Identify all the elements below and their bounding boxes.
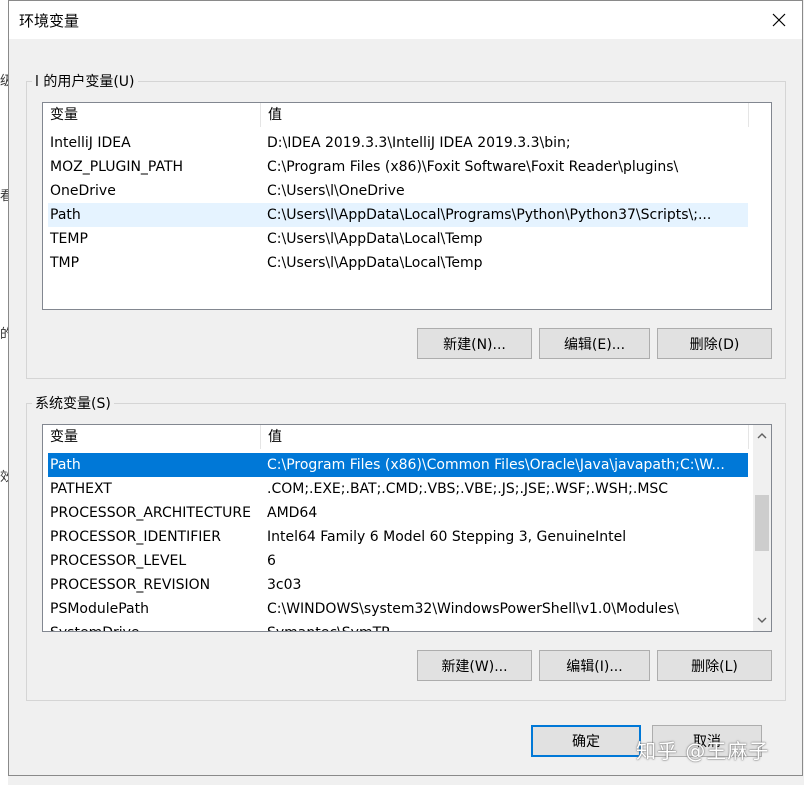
variable-name: TMP (50, 255, 80, 271)
system-edit-button[interactable]: 编辑(I)... (539, 650, 650, 681)
table-row[interactable]: PATHEXT .COM;.EXE;.BAT;.CMD;.VBS;.VBE;.J… (48, 477, 748, 501)
user-variables-list[interactable]: 变量 值 IntelliJ IDEA D:\IDEA 2019.3.3\Inte… (42, 102, 772, 310)
close-icon (772, 13, 786, 27)
scrollbar-thumb[interactable] (755, 495, 769, 551)
user-variables-group: l 的用户变量(U) 变量 值 IntelliJ IDEA D:\IDEA 20… (26, 71, 786, 379)
variable-name: PATHEXT (50, 481, 112, 497)
user-delete-button[interactable]: 删除(D) (657, 328, 772, 359)
column-header-variable[interactable]: 变量 (43, 425, 261, 449)
variable-name: SystemDrive (50, 621, 140, 631)
watermark: 知乎 @王麻子 (636, 739, 770, 763)
table-row[interactable]: PROCESSOR_REVISION 3c03 (48, 573, 748, 597)
variable-value: C:\Users\l\AppData\Local\Temp (267, 231, 483, 247)
table-row-hovered[interactable]: Path C:\Users\l\AppData\Local\Programs\P… (48, 203, 748, 227)
background-window-right-edge (804, 0, 810, 785)
variable-value: .COM;.EXE;.BAT;.CMD;.VBS;.VBE;.JS;.JSE;.… (267, 481, 669, 497)
variable-name: PSModulePath (50, 601, 149, 617)
scroll-up-button[interactable] (753, 427, 771, 445)
table-row[interactable]: TEMP C:\Users\l\AppData\Local\Temp (48, 227, 748, 251)
variable-value: AMD64 (267, 505, 318, 521)
variable-name: Path (50, 457, 81, 473)
system-variables-group: 系统变量(S) 变量 值 Path C:\Program Files (x86)… (26, 393, 786, 701)
system-variables-label: 系统变量(S) (32, 393, 114, 413)
table-row-selected[interactable]: Path C:\Program Files (x86)\Common Files… (48, 453, 748, 477)
variable-value: 6 (267, 553, 276, 569)
close-button[interactable] (756, 1, 802, 39)
table-row[interactable]: PROCESSOR_IDENTIFIER Intel64 Family 6 Mo… (48, 525, 748, 549)
table-row[interactable]: PSModulePath C:\WINDOWS\system32\Windows… (48, 597, 748, 621)
scroll-down-button[interactable] (753, 611, 771, 629)
variable-value: C:\Users\l\OneDrive (267, 183, 405, 199)
user-variables-label: l 的用户变量(U) (32, 71, 138, 91)
variable-value: Intel64 Family 6 Model 60 Stepping 3, Ge… (267, 529, 627, 545)
system-new-button[interactable]: 新建(W)... (417, 650, 532, 681)
column-header-variable[interactable]: 变量 (43, 103, 261, 127)
system-variables-list[interactable]: 变量 值 Path C:\Program Files (x86)\Common … (42, 424, 772, 632)
variable-value: D:\IDEA 2019.3.3\IntelliJ IDEA 2019.3.3\… (267, 135, 571, 151)
user-new-button[interactable]: 新建(N)... (417, 328, 532, 359)
title-bar[interactable]: 环境变量 (9, 1, 802, 39)
chevron-down-icon (757, 617, 767, 623)
table-row[interactable]: TMP C:\Users\l\AppData\Local\Temp (48, 251, 748, 275)
table-row[interactable]: PROCESSOR_ARCHITECTURE AMD64 (48, 501, 748, 525)
window-title: 环境变量 (19, 12, 80, 30)
variable-name: MOZ_PLUGIN_PATH (50, 159, 184, 175)
table-row[interactable]: IntelliJ IDEA D:\IDEA 2019.3.3\IntelliJ … (48, 131, 748, 155)
background-window-strip: 级 看 的: 效 (0, 0, 17, 785)
column-header-value[interactable]: 值 (261, 103, 749, 127)
variable-name: PROCESSOR_LEVEL (50, 553, 187, 569)
variable-value: C:\Users\l\AppData\Local\Temp (267, 255, 483, 271)
list-header: 变量 值 (43, 103, 771, 127)
variable-name: Path (50, 207, 81, 223)
vertical-scrollbar[interactable] (753, 425, 771, 631)
variable-name: PROCESSOR_IDENTIFIER (50, 529, 221, 545)
chevron-up-icon (757, 433, 767, 439)
environment-variables-dialog: 环境变量 l 的用户变量(U) 变量 值 IntelliJ IDEA D:\ID… (8, 0, 803, 776)
table-row-partial[interactable]: SystemDrive Symantec\SymTP (48, 621, 748, 631)
list-header: 变量 值 (43, 425, 771, 449)
variable-value: C:\WINDOWS\system32\WindowsPowerShell\v1… (267, 601, 679, 617)
variable-name: OneDrive (50, 183, 116, 199)
variable-value: Symantec\SymTP (267, 621, 390, 631)
variable-value: C:\Program Files (x86)\Foxit Software\Fo… (267, 159, 679, 175)
system-delete-button[interactable]: 删除(L) (657, 650, 772, 681)
table-row[interactable]: OneDrive C:\Users\l\OneDrive (48, 179, 748, 203)
variable-name: PROCESSOR_ARCHITECTURE (50, 505, 251, 521)
table-row[interactable]: PROCESSOR_LEVEL 6 (48, 549, 748, 573)
variable-value: C:\Program Files (x86)\Common Files\Orac… (267, 457, 725, 473)
user-edit-button[interactable]: 编辑(E)... (539, 328, 650, 359)
variable-value: 3c03 (267, 577, 302, 593)
column-header-value[interactable]: 值 (261, 425, 749, 449)
variable-name: TEMP (50, 231, 88, 247)
variable-name: IntelliJ IDEA (50, 135, 131, 151)
ok-button[interactable]: 确定 (531, 725, 641, 757)
variable-value: C:\Users\l\AppData\Local\Programs\Python… (267, 207, 712, 223)
table-row[interactable]: MOZ_PLUGIN_PATH C:\Program Files (x86)\F… (48, 155, 748, 179)
variable-name: PROCESSOR_REVISION (50, 577, 211, 593)
